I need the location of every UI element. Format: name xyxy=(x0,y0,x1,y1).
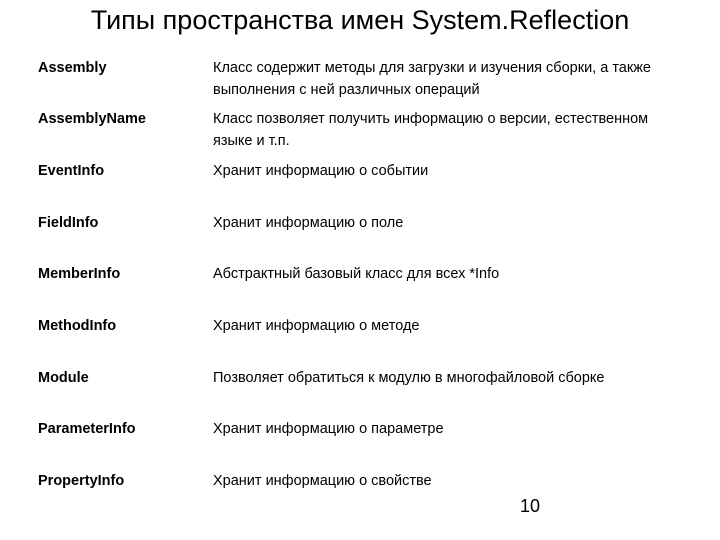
description-cell: Хранит информацию о параметре xyxy=(213,421,444,437)
term-cell: MethodInfo xyxy=(38,318,117,334)
term-cell: ParameterInfo xyxy=(38,421,136,437)
description-cell: Хранит информацию о методе xyxy=(213,318,420,334)
page-number: 10 xyxy=(520,496,541,516)
description-cell: Хранит информацию о событии xyxy=(213,163,429,179)
term-cell: Module xyxy=(38,370,89,386)
description-cell: Класс содержит методы для загрузки и изу… xyxy=(213,60,651,98)
term-cell: PropertyInfo xyxy=(38,473,125,489)
description-cell: Хранит информацию о поле xyxy=(213,215,404,231)
slide-title: Типы пространства имен System.Reflection xyxy=(90,5,630,35)
term-cell: Assembly xyxy=(38,60,107,76)
term-cell: MemberInfo xyxy=(38,266,121,282)
description-cell: Абстрактный базовый класс для всех *Info xyxy=(213,266,500,282)
description-cell: Позволяет обратиться к модулю в многофай… xyxy=(213,370,605,386)
term-cell: EventInfo xyxy=(38,163,105,179)
term-cell: AssemblyName xyxy=(38,111,146,127)
term-cell: FieldInfo xyxy=(38,215,99,231)
description-cell: Хранит информацию о свойстве xyxy=(213,473,432,489)
description-cell: Класс позволяет получить информацию о ве… xyxy=(213,111,649,149)
